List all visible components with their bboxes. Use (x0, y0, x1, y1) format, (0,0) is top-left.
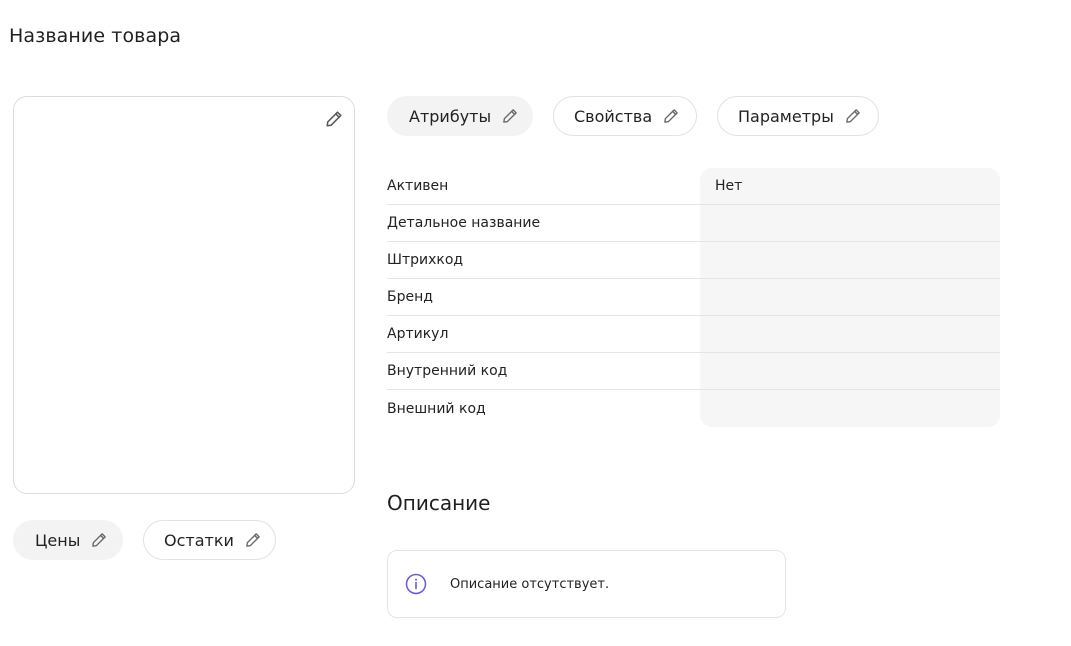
table-row: Детальное название (387, 205, 1000, 242)
pencil-icon[interactable] (324, 109, 344, 129)
description-empty-text: Описание отсутствует. (450, 576, 610, 592)
attr-value: Нет (715, 178, 743, 194)
page-title: Название товара (9, 25, 182, 47)
description-title: Описание (387, 491, 491, 515)
attr-label: Детальное название (387, 215, 541, 231)
attr-label: Внешний код (387, 400, 486, 417)
pencil-icon[interactable] (662, 107, 680, 125)
tab-parameters[interactable]: Параметры (717, 96, 879, 136)
tab-prices[interactable]: Цены (13, 520, 123, 560)
attr-label: Штрихкод (387, 252, 464, 268)
tab-properties[interactable]: Свойства (553, 96, 697, 136)
pencil-icon[interactable] (501, 107, 519, 125)
tab-stock[interactable]: Остатки (143, 520, 276, 560)
table-row: Бренд (387, 279, 1000, 316)
tab-label: Свойства (574, 106, 653, 126)
pencil-icon[interactable] (90, 531, 108, 549)
attributes-table: Активен Нет Детальное название Штрихкод … (387, 168, 1000, 427)
table-row: Активен Нет (387, 168, 1000, 205)
pencil-icon[interactable] (844, 107, 862, 125)
attr-label: Внутренний код (387, 363, 508, 379)
tab-label: Параметры (738, 106, 834, 126)
tab-label: Атрибуты (409, 106, 492, 126)
table-row: Артикул (387, 316, 1000, 353)
info-icon (404, 572, 428, 596)
table-row: Штрихкод (387, 242, 1000, 279)
description-card: Описание отсутствует. (387, 550, 786, 618)
table-row: Внешний код (387, 390, 1000, 427)
product-image-box[interactable] (13, 96, 355, 494)
table-row: Внутренний код (387, 353, 1000, 390)
tab-label: Цены (35, 530, 81, 550)
attr-label: Артикул (387, 326, 449, 342)
attr-label: Активен (387, 178, 449, 194)
attr-label: Бренд (387, 289, 433, 305)
tab-label: Остатки (164, 530, 234, 550)
tab-attributes[interactable]: Атрибуты (387, 96, 533, 136)
pencil-icon[interactable] (244, 531, 262, 549)
